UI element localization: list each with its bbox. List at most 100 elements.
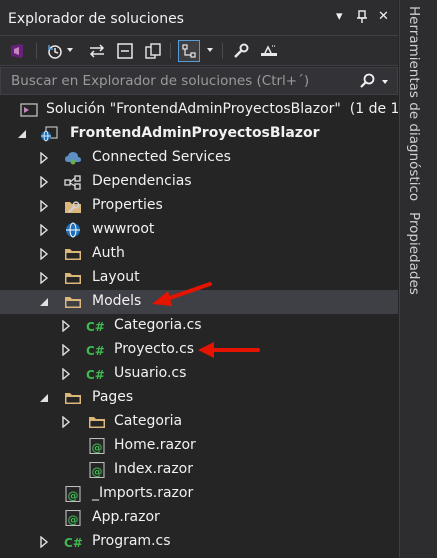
collapsed-arrow-icon[interactable] [60,320,72,332]
tree-row-index-razor[interactable]: @ Index.razor [0,458,398,482]
tree-row-connected-services[interactable]: Connected Services [0,146,398,170]
tree-row-categoria-cs[interactable]: C# Categoria.cs [0,314,398,338]
collapsed-arrow-icon[interactable] [38,152,50,164]
tree-row-properties[interactable]: Properties [0,194,398,218]
tree-row-home-razor[interactable]: @ Home.razor [0,434,398,458]
tree-item-label: Connected Services [92,149,231,165]
tree-item-label: Index.razor [114,461,193,477]
title-bar: Explorador de soluciones ▾ ✕ [0,0,398,36]
tree-item-label: Properties [92,197,163,213]
folder-icon [65,273,81,284]
tree-item-label: Home.razor [114,437,196,453]
folder-open-icon [65,393,81,404]
razor-file-icon: @ [89,438,105,454]
tree-row-usuario-cs[interactable]: C# Usuario.cs [0,362,398,386]
razor-file-icon: @ [89,462,105,478]
razor-file-icon: @ [65,486,81,502]
tree-item-label: Proyecto.cs [114,341,195,357]
collapsed-arrow-icon[interactable] [60,344,72,356]
tree-item-label: Categoria.cs [114,317,202,333]
svg-text:@: @ [68,489,79,502]
tree-row-app-razor[interactable]: @ App.razor [0,506,398,530]
razor-file-icon: @ [65,510,81,526]
expanded-arrow-icon[interactable] [38,392,50,404]
expanded-arrow-icon[interactable] [16,128,28,140]
collapsed-arrow-icon[interactable] [60,368,72,380]
web-project-icon [41,126,58,142]
expanded-arrow-icon[interactable] [38,296,50,308]
vs-solution-icon[interactable] [6,40,28,62]
dropdown-icon[interactable]: ▾ [336,10,343,24]
search-icon[interactable] [359,73,375,93]
svg-text:C#: C# [64,536,83,550]
preview-icon[interactable] [258,40,280,62]
svg-text:C#: C# [86,368,105,382]
solution-project-count: (1 de 1 pr [349,101,398,117]
tree-row-program-cs[interactable]: C# Program.cs [0,530,398,554]
collapsed-arrow-icon[interactable] [38,224,50,236]
tree-item-label: _Imports.razor [92,485,194,501]
view-dropdown-icon[interactable] [206,46,214,54]
panel-title: Explorador de soluciones [8,11,184,27]
collapse-all-icon[interactable] [114,40,136,62]
tree-row-wwwroot[interactable]: wwwroot [0,218,398,242]
tree-row-pages[interactable]: Pages [0,386,398,410]
folder-icon [65,249,81,260]
tree-row-auth[interactable]: Auth [0,242,398,266]
history-dropdown-icon[interactable] [66,46,74,54]
tab-propiedades[interactable]: Propiedades [406,212,422,295]
collapsed-arrow-icon[interactable] [38,200,50,212]
tree-item-label: Categoria [114,413,183,429]
toolbar [0,36,398,66]
svg-text:C#: C# [86,320,105,334]
csharp-file-icon: C# [86,320,105,334]
svg-text:@: @ [92,465,103,478]
collapsed-arrow-icon[interactable] [60,416,72,428]
history-icon[interactable] [44,40,66,62]
close-icon[interactable]: ✕ [378,10,389,24]
tree-item-label: Models [92,293,142,309]
show-all-files-icon[interactable] [142,40,164,62]
tree-item-label: Program.cs [92,533,171,549]
tree-item-label: App.razor [92,509,160,525]
annotation-arrow-models [152,282,212,306]
connected-services-icon [65,152,81,165]
project-label: FrontendAdminProyectosBlazor [70,125,320,141]
collapsed-arrow-icon[interactable] [38,176,50,188]
svg-text:@: @ [68,513,79,526]
tree-row-project[interactable]: FrontendAdminProyectosBlazor [0,122,398,146]
dependencies-icon [64,175,81,190]
csharp-file-icon: C# [86,368,105,382]
side-tab-strip: Herramientas de diagnóstico Propiedades [399,0,437,558]
search-options-icon[interactable] [381,78,389,86]
tree-item-label: Layout [92,269,140,285]
csharp-file-icon: C# [64,536,83,550]
pin-icon[interactable] [356,10,368,28]
tree-item-label: Dependencias [92,173,192,189]
tree-row-imports-razor[interactable]: @ _Imports.razor [0,482,398,506]
tree-item-label: Auth [92,245,125,261]
tree-row-solution[interactable]: Solución "FrontendAdminProyectosBlazor" … [0,98,398,122]
search-bar [0,67,398,95]
tree-item-label: wwwroot [92,221,155,237]
folder-open-icon [65,297,81,308]
properties-icon [65,201,81,213]
tree-item-label: Usuario.cs [114,365,187,381]
view-toggle-icon[interactable] [178,40,200,62]
tree-row-categoria-folder[interactable]: Categoria [0,410,398,434]
collapsed-arrow-icon[interactable] [38,272,50,284]
collapsed-arrow-icon[interactable] [38,536,50,548]
folder-icon [89,417,105,428]
annotation-arrow-proyecto [198,342,260,358]
solution-icon [20,103,38,117]
solution-label: Solución "FrontendAdminProyectosBlazor" [46,101,341,117]
properties-wrench-icon[interactable] [230,40,252,62]
svg-text:C#: C# [86,344,105,358]
tab-herramientas-diagnostico[interactable]: Herramientas de diagnóstico [406,6,422,201]
collapsed-arrow-icon[interactable] [38,248,50,260]
solution-tree: Solución "FrontendAdminProyectosBlazor" … [0,98,398,558]
sync-icon[interactable] [86,40,108,62]
tree-item-label: Pages [92,389,134,405]
tree-row-dependencias[interactable]: Dependencias [0,170,398,194]
search-input[interactable] [1,68,351,94]
